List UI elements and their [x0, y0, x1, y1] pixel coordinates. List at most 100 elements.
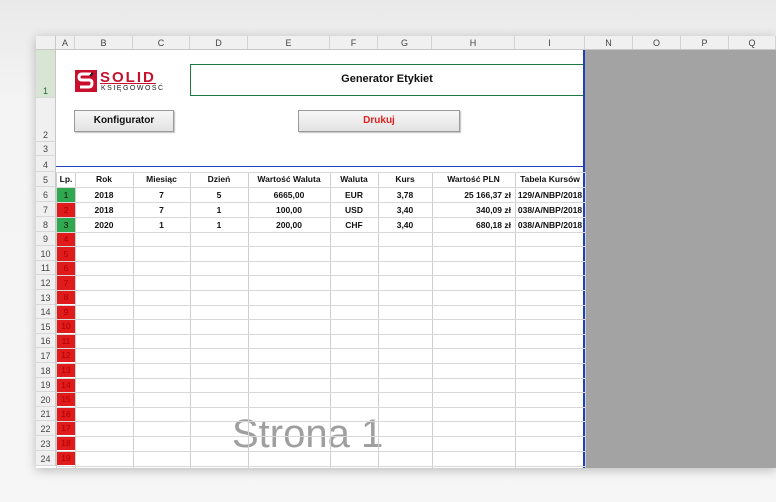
lp-cell[interactable]: 9 — [57, 305, 75, 319]
out-of-print-area — [585, 50, 776, 468]
lp-cell[interactable]: 19 — [57, 451, 75, 465]
cell-kurs[interactable]: 3,78 — [378, 188, 432, 202]
page-title: Generator Etykiet — [341, 73, 433, 85]
column-header-e[interactable]: E — [248, 36, 330, 50]
grid-horizontal-line — [56, 217, 585, 218]
row-header-15[interactable]: 15 — [36, 319, 56, 334]
lp-cell[interactable]: 3 — [57, 218, 75, 232]
row-header-19[interactable]: 19 — [36, 378, 56, 392]
column-header-i[interactable]: I — [515, 36, 585, 50]
column-header-g[interactable]: G — [378, 36, 432, 50]
cell-kurs[interactable]: 3,40 — [378, 203, 432, 217]
cell-dzien[interactable]: 1 — [190, 203, 248, 217]
column-header-n[interactable]: N — [585, 36, 633, 50]
row-header-8[interactable]: 8 — [36, 217, 56, 232]
row-header-14[interactable]: 14 — [36, 305, 56, 319]
row-header-11[interactable]: 11 — [36, 261, 56, 275]
lp-cell[interactable]: 2 — [57, 203, 75, 217]
grid-horizontal-line — [56, 436, 585, 437]
cell-rok[interactable]: 2020 — [75, 218, 133, 232]
row-header-10[interactable]: 10 — [36, 246, 56, 261]
lp-cell[interactable]: 14 — [57, 378, 75, 392]
column-header-q[interactable]: Q — [729, 36, 776, 50]
grid-horizontal-line — [56, 275, 585, 276]
cell-wartosc[interactable]: 100,00 — [248, 203, 330, 217]
grid-horizontal-line — [56, 421, 585, 422]
cell-tabela[interactable]: 038/A/NBP/2018 — [515, 218, 585, 232]
grid-horizontal-line — [56, 202, 585, 203]
cell-waluta[interactable]: EUR — [330, 188, 378, 202]
grid-horizontal-line — [56, 187, 585, 188]
cell-dzien[interactable]: 1 — [190, 218, 248, 232]
row-header-3[interactable]: 3 — [36, 142, 56, 156]
cell-tabela[interactable]: 038/A/NBP/2018 — [515, 203, 585, 217]
cell-wartosc[interactable]: 6665,00 — [248, 188, 330, 202]
cell-dzien[interactable]: 5 — [190, 188, 248, 202]
cell-pln[interactable]: 25 166,37 zł — [432, 188, 511, 202]
lp-cell[interactable]: 7 — [57, 276, 75, 290]
column-header-p[interactable]: P — [681, 36, 729, 50]
row-header-12[interactable]: 12 — [36, 275, 56, 290]
cell-pln[interactable]: 680,18 zł — [432, 218, 511, 232]
konfigurator-button[interactable]: Konfigurator — [74, 110, 174, 132]
row-header-2[interactable]: 2 — [36, 98, 56, 142]
row-header-20[interactable]: 20 — [36, 392, 56, 407]
lp-cell[interactable]: 4 — [57, 232, 75, 246]
drukuj-button[interactable]: Drukuj — [298, 110, 460, 132]
cell-rok[interactable]: 2018 — [75, 203, 133, 217]
row-header-22[interactable]: 22 — [36, 421, 56, 436]
cell-miesiac[interactable]: 7 — [133, 188, 190, 202]
row-header-4[interactable]: 4 — [36, 156, 56, 172]
lp-cell[interactable]: 18 — [57, 436, 75, 450]
header-wartosc-waluta: Wartość Waluta — [257, 174, 321, 184]
header-lp: Lp. — [59, 174, 73, 184]
cell-pln[interactable]: 340,09 zł — [432, 203, 511, 217]
lp-cell[interactable]: 1 — [57, 188, 75, 202]
column-header-h[interactable]: H — [432, 36, 515, 50]
lp-cell[interactable]: 17 — [57, 421, 75, 435]
row-header-24[interactable]: 24 — [36, 451, 56, 466]
cell-miesiac[interactable]: 7 — [133, 203, 190, 217]
lp-cell[interactable]: 6 — [57, 261, 75, 275]
row-header-23[interactable]: 23 — [36, 436, 56, 451]
lp-cell[interactable]: 12 — [57, 348, 75, 362]
logo-subtext: KSIĘGOWOŚĆ — [101, 85, 165, 92]
cell-kurs[interactable]: 3,40 — [378, 218, 432, 232]
column-header-f[interactable]: F — [330, 36, 378, 50]
lp-cell[interactable]: 15 — [57, 392, 75, 406]
column-header-b[interactable]: B — [75, 36, 133, 50]
lp-cell[interactable]: 11 — [57, 334, 75, 348]
column-header-a[interactable]: A — [56, 36, 75, 50]
cell-waluta[interactable]: USD — [330, 203, 378, 217]
column-header-o[interactable]: O — [633, 36, 681, 50]
row-header-6[interactable]: 6 — [36, 187, 56, 202]
grid-horizontal-line — [56, 407, 585, 408]
grid-horizontal-line — [56, 451, 585, 452]
cell-waluta[interactable]: CHF — [330, 218, 378, 232]
row-header-17[interactable]: 17 — [36, 348, 56, 363]
row-header-21[interactable]: 21 — [36, 407, 56, 421]
lp-cell[interactable]: 13 — [57, 363, 75, 377]
lp-cell[interactable]: 16 — [57, 407, 75, 421]
row-header-5[interactable]: 5 — [36, 172, 56, 187]
solid-ksiegowosc-logo: SOLID KSIĘGOWOŚĆ — [74, 69, 184, 95]
cell-miesiac[interactable]: 1 — [133, 218, 190, 232]
lp-cell[interactable]: 8 — [57, 290, 75, 304]
grid-horizontal-line — [56, 378, 585, 379]
row-header-7[interactable]: 7 — [36, 202, 56, 217]
row-header-1[interactable]: 1 — [36, 50, 56, 98]
cell-rok[interactable]: 2018 — [75, 188, 133, 202]
column-header-d[interactable]: D — [190, 36, 248, 50]
row-header-9[interactable]: 9 — [36, 232, 56, 246]
column-header-c[interactable]: C — [133, 36, 190, 50]
row-header-18[interactable]: 18 — [36, 363, 56, 378]
grid-horizontal-line — [56, 261, 585, 262]
row-header-13[interactable]: 13 — [36, 290, 56, 305]
cell-wartosc[interactable]: 200,00 — [248, 218, 330, 232]
lp-cell[interactable]: 10 — [57, 319, 75, 333]
lp-cell[interactable]: 5 — [57, 247, 75, 261]
cell-tabela[interactable]: 129/A/NBP/2018 — [515, 188, 585, 202]
row-header-16[interactable]: 16 — [36, 334, 56, 348]
select-all-corner[interactable] — [36, 36, 56, 50]
spreadsheet[interactable]: A B C D E F G H I N O P Q 1 2 3 4 5 6 7 … — [36, 36, 776, 468]
